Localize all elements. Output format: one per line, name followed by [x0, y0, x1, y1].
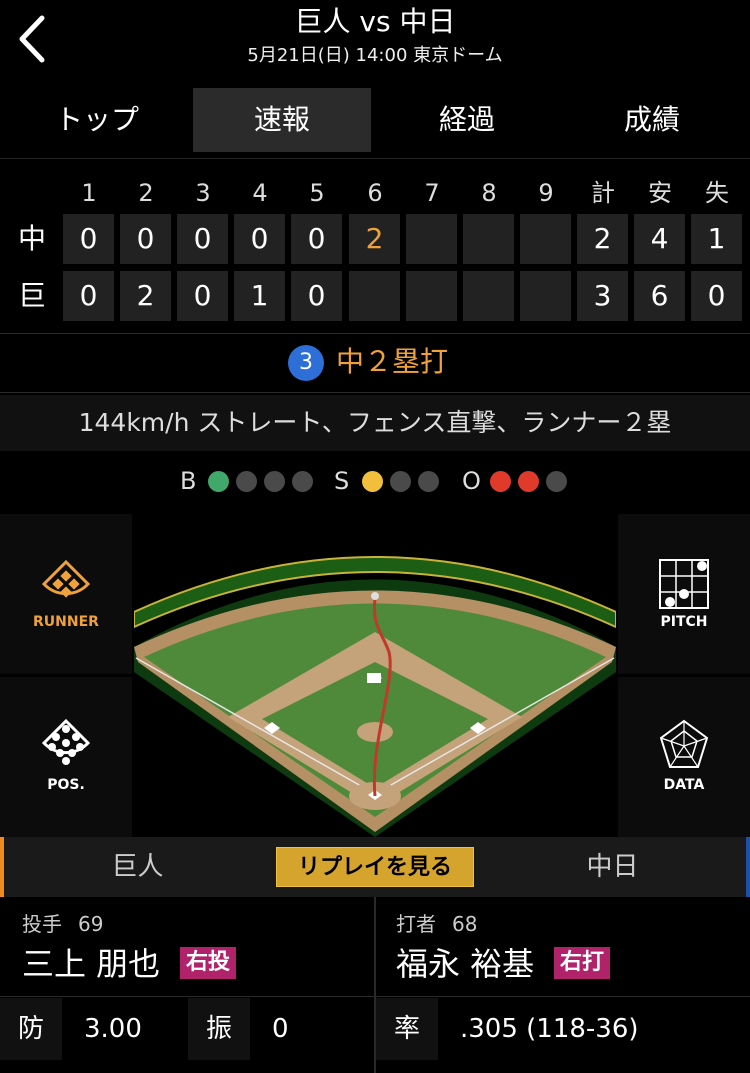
scoreboard: 123456789計安失中000002241巨02010360: [0, 170, 750, 330]
replay-button[interactable]: リプレイを見る: [276, 847, 474, 887]
inning-header: 計: [591, 179, 615, 207]
inning-header: 1: [81, 179, 97, 207]
team-tab-giants[interactable]: 巨人: [0, 837, 275, 897]
pitcher-role: 投手: [22, 912, 62, 936]
strike-dot: [362, 471, 383, 492]
pitch-label: PITCH: [660, 614, 708, 630]
tab-progress[interactable]: 経過: [378, 88, 556, 152]
inning-header: 3: [195, 179, 211, 207]
play-detail: 144km/h ストレート、フェンス直撃、ランナー２塁: [0, 395, 750, 451]
score-cell: 0: [691, 271, 742, 321]
score-cell: [463, 271, 514, 321]
radar-chart-icon: [659, 719, 709, 768]
team-label: 巨: [17, 279, 46, 312]
runner-icon: [41, 559, 91, 598]
avg-value: .305 (118-36): [440, 998, 750, 1060]
score-cell: 0: [291, 271, 342, 321]
page-title: 巨人 vs 中日: [294, 5, 456, 38]
inning-header: 8: [481, 179, 497, 207]
score-cell: 0: [63, 214, 114, 264]
pitcher-number: 69: [78, 912, 104, 936]
play-number-badge: 3: [288, 345, 324, 381]
batter-role: 打者: [396, 912, 436, 936]
score-cell: 1: [691, 214, 742, 264]
inning-header: 9: [538, 179, 554, 207]
pitch-button[interactable]: PITCH: [618, 514, 750, 674]
inning-header: 4: [252, 179, 268, 207]
team-label: 中: [17, 222, 46, 255]
inning-header: 7: [424, 179, 440, 207]
data-button[interactable]: DATA: [618, 677, 750, 837]
position-label: POS.: [47, 777, 85, 793]
score-cell: 6: [634, 271, 685, 321]
runner-label: RUNNER: [33, 614, 99, 630]
inning-header: 2: [138, 179, 154, 207]
pitch-icon: [659, 559, 709, 609]
team-tab-dragons[interactable]: 中日: [475, 837, 750, 897]
score-cell: 0: [120, 214, 171, 264]
score-cell: [406, 271, 457, 321]
inning-header: 失: [705, 179, 729, 207]
era-value: 3.00: [64, 998, 186, 1060]
position-button[interactable]: POS.: [0, 677, 132, 837]
out-label: O: [462, 467, 481, 495]
batter-hand-badge: 右打: [554, 947, 611, 979]
play-result: 中２塁打: [336, 345, 449, 378]
tab-top[interactable]: トップ: [8, 88, 186, 152]
era-label: 防: [0, 998, 62, 1060]
score-cell: 3: [577, 271, 628, 321]
score-cell: 0: [177, 271, 228, 321]
game-info: 5月21日(日) 14:00 東京ドーム: [247, 45, 503, 66]
batter-name[interactable]: 福永 裕基: [396, 942, 534, 986]
ball-dot: [264, 471, 285, 492]
runner-button[interactable]: RUNNER: [0, 514, 132, 674]
inning-header: 6: [367, 179, 383, 207]
tab-stats[interactable]: 成績: [563, 88, 741, 152]
ball-dot: [292, 471, 313, 492]
position-icon: [41, 718, 91, 765]
score-cell: 0: [177, 214, 228, 264]
baseball-field: [134, 556, 616, 837]
score-cell: 4: [634, 214, 685, 264]
out-dot: [546, 471, 567, 492]
batter-number: 68: [452, 912, 478, 936]
out-dot: [518, 471, 539, 492]
strike-dot: [418, 471, 439, 492]
score-cell: [349, 271, 400, 321]
tab-live[interactable]: 速報: [193, 88, 371, 152]
score-cell: [520, 214, 571, 264]
strike-dot: [390, 471, 411, 492]
score-cell: 1: [234, 271, 285, 321]
score-cell: [406, 214, 457, 264]
tab-bar: トップ 速報 経過 成績: [0, 80, 750, 159]
divider: [0, 392, 750, 393]
ball-label: B: [180, 467, 197, 495]
divider: [0, 333, 750, 334]
strikeout-value: 0: [252, 998, 374, 1060]
inning-header: 安: [648, 179, 672, 207]
score-cell: 0: [234, 214, 285, 264]
divider: [0, 996, 750, 997]
strikeout-label: 振: [188, 998, 250, 1060]
score-cell: 0: [63, 271, 114, 321]
ball-dot: [208, 471, 229, 492]
score-cell: 2: [120, 271, 171, 321]
inning-header: 5: [309, 179, 325, 207]
pitcher-hand-badge: 右投: [180, 947, 237, 979]
score-cell: [463, 214, 514, 264]
data-label: DATA: [663, 777, 705, 793]
pitcher-name[interactable]: 三上 朋也: [22, 942, 160, 986]
avg-label: 率: [376, 998, 438, 1060]
score-cell: 2: [349, 214, 400, 264]
score-cell: 2: [577, 214, 628, 264]
strike-label: S: [334, 467, 350, 495]
score-cell: [520, 271, 571, 321]
score-cell: 0: [291, 214, 342, 264]
ball-dot: [236, 471, 257, 492]
out-dot: [490, 471, 511, 492]
